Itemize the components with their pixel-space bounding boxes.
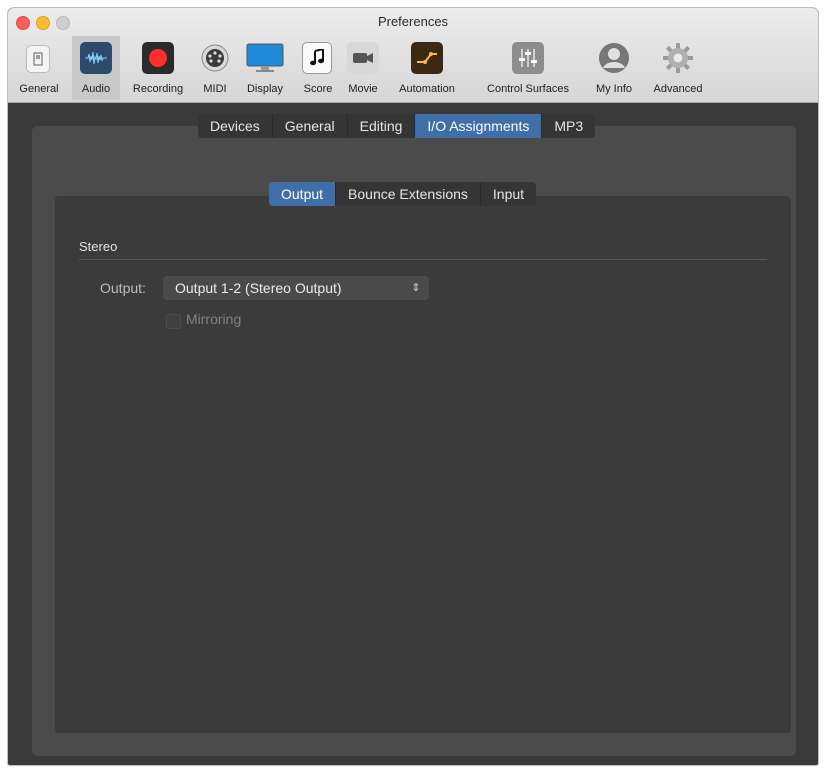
toolbar-label: Advanced [653,83,703,95]
switch-icon [26,45,50,73]
midi-plug-icon [199,42,231,74]
video-camera-icon [347,42,379,74]
subtab-output[interactable]: Output [269,182,337,206]
title-bar: Preferences General Audio Recording MIDI… [8,8,818,103]
tab-devices[interactable]: Devices [198,114,273,138]
toolbar-label: Display [246,83,284,95]
output-popup-value: Output 1-2 (Stereo Output) [175,280,342,296]
gear-icon [662,42,694,74]
mirroring-checkbox[interactable] [166,314,181,329]
tab-mp3[interactable]: MP3 [542,114,596,138]
output-popup[interactable]: Output 1-2 (Stereo Output) ⇕ [163,276,429,300]
toolbar-label: Recording [132,83,184,95]
toolbar-audio[interactable]: Audio [72,36,120,100]
waveform-icon [80,42,112,74]
io-assignments-panel: Stereo Output: Output 1-2 (Stereo Output… [55,196,791,733]
mirroring-label: Mirroring [186,311,242,327]
toolbar-automation[interactable]: Automation [388,36,466,100]
preferences-window: Preferences General Audio Recording MIDI… [8,8,818,765]
chevron-up-down-icon: ⇕ [411,282,421,294]
toolbar-movie[interactable]: Movie [342,36,384,100]
toolbar-recording[interactable]: Recording [122,36,194,100]
toolbar-label: Movie [348,83,378,95]
toolbar-label: MIDI [203,83,227,95]
toolbar-display[interactable]: Display [240,36,290,100]
stereo-heading: Stereo [79,239,118,254]
toolbar-label: Audio [81,83,111,95]
toolbar-label: Control Surfaces [487,83,569,95]
toolbar-label: My Info [595,83,633,95]
person-icon [598,42,630,74]
music-note-icon [302,42,332,74]
subtab-input[interactable]: Input [480,182,537,206]
monitor-icon [245,42,285,74]
output-label: Output: [100,280,146,296]
window-title: Preferences [377,14,449,29]
tab-general[interactable]: General [272,114,348,138]
tab-editing[interactable]: Editing [347,114,416,138]
toolbar-score[interactable]: Score [298,36,338,100]
record-icon [142,42,174,74]
sub-tab-bar: Output Bounce Extensions Input [269,182,537,206]
toolbar-general[interactable]: General [8,36,70,100]
mixer-faders-icon [512,42,544,74]
toolbar-midi[interactable]: MIDI [196,36,234,100]
toolbar-label: Score [303,83,333,95]
toolbar-my-info[interactable]: My Info [586,36,642,100]
section-divider [79,259,767,260]
tab-io-assignments[interactable]: I/O Assignments [415,114,543,138]
toolbar-advanced[interactable]: Advanced [644,36,712,100]
toolbar-label: General [19,83,59,95]
toolbar-control-surfaces[interactable]: Control Surfaces [474,36,582,100]
toolbar-label: Automation [399,83,455,95]
main-tab-bar: Devices General Editing I/O Assignments … [198,114,596,138]
automation-curve-icon [411,42,443,74]
subtab-bounce-extensions[interactable]: Bounce Extensions [336,182,481,206]
